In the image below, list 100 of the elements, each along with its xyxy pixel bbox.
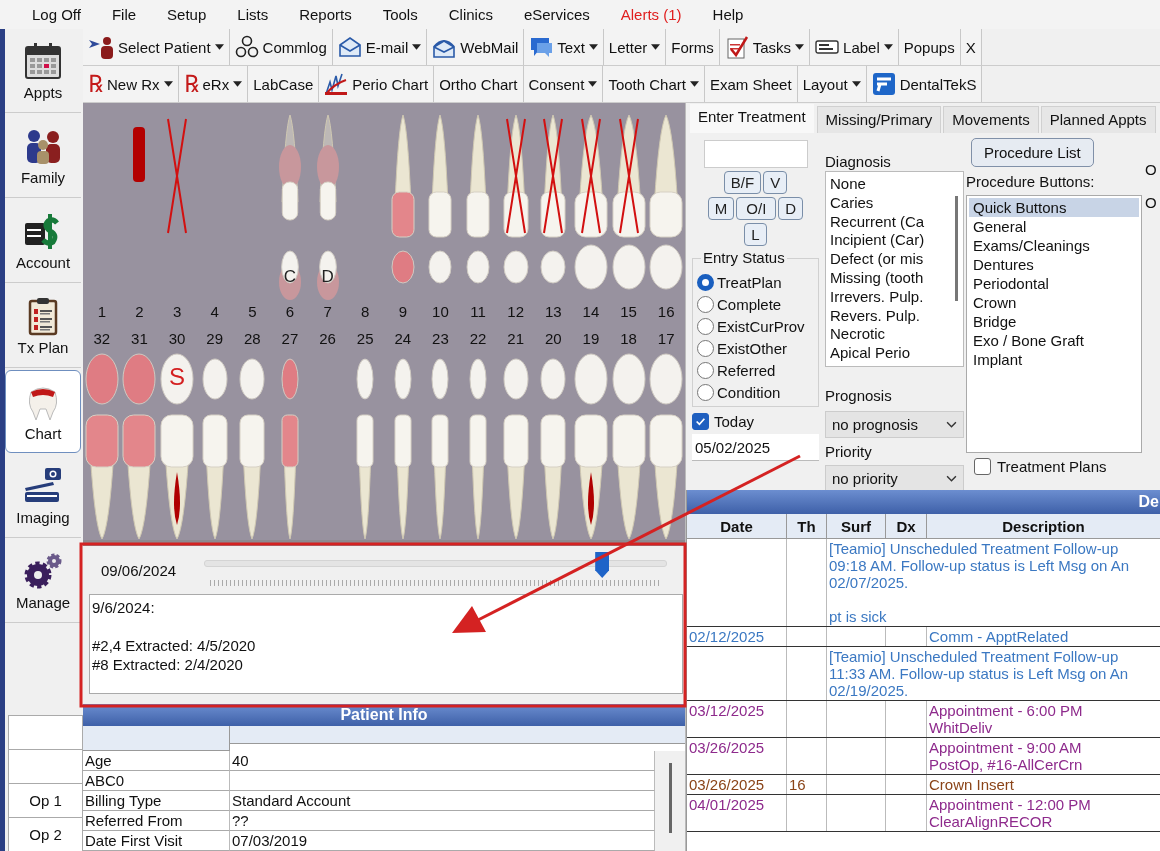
column-header[interactable]: Dx (886, 514, 927, 538)
procedure-list-button[interactable]: Procedure List (971, 138, 1094, 167)
operatory-cell[interactable]: Op 1 (8, 783, 83, 817)
list-item[interactable]: Recurrent (Ca (830, 212, 945, 232)
column-header[interactable]: Date (687, 514, 787, 538)
list-item[interactable]: None (830, 175, 945, 194)
checkbox[interactable] (974, 458, 991, 475)
caret-icon (233, 81, 243, 87)
tooth-number: 10 (431, 303, 450, 320)
sidebar-item[interactable]: Family (5, 115, 81, 198)
sidebar-item[interactable]: Chart (5, 370, 81, 453)
list-item[interactable]: Implant (969, 350, 1139, 369)
tooth-number: 17 (656, 330, 676, 347)
radio-button[interactable] (697, 384, 714, 401)
list-item[interactable]: Missing (tooth (830, 269, 945, 288)
radio-label[interactable]: Complete (717, 296, 782, 313)
list-item[interactable]: Exams/Cleanings (969, 236, 1139, 255)
sidebar-item[interactable]: Account (5, 200, 81, 283)
chevron-down-icon (946, 420, 957, 428)
sidebar-item[interactable]: Tx Plan (5, 285, 81, 368)
list-item[interactable]: Exo / Bone Graft (969, 331, 1139, 350)
list-item[interactable]: Apical Perio (830, 344, 945, 363)
surface-button[interactable]: V (763, 171, 788, 194)
column-header[interactable]: Description (927, 514, 1160, 538)
table-cell: 02/12/2025 (687, 627, 787, 646)
field-label: O (1145, 194, 1158, 211)
field-label: Diagnosis (825, 153, 892, 171)
sidebar-item[interactable]: Imaging (5, 455, 81, 538)
list-item[interactable]: Caries (830, 193, 945, 213)
tooth-number: 15 (619, 303, 638, 320)
list-item[interactable]: Necrotic (830, 325, 945, 345)
tab[interactable]: Planned Appts (1040, 106, 1156, 133)
field-label: O (1145, 161, 1158, 178)
tooth-number: 2 (134, 303, 145, 320)
menu-item[interactable]: eServices (523, 6, 590, 23)
table-cell: Appointment - 12:00 PM ClearAlignRECOR (927, 795, 1160, 831)
radio-label[interactable]: Condition (717, 384, 781, 401)
tooth-number: 14 (581, 303, 601, 320)
list-item[interactable]: Bridge (969, 312, 1139, 331)
radio-button[interactable] (697, 318, 714, 335)
tab[interactable]: Enter Treatment (689, 103, 815, 133)
radio-button[interactable] (697, 362, 714, 379)
procedure-category-list[interactable]: Quick Buttons General Exams/Cleanings Dentures Periodontal Crown Bridge Exo / Bone Graft Implant (966, 195, 1142, 453)
tooth-number: 24 (393, 330, 413, 347)
radio-button[interactable] (697, 340, 714, 357)
checkbox-label[interactable]: Today (714, 413, 755, 430)
menu-item[interactable]: Setup (167, 6, 207, 23)
menu-item[interactable]: Tools (382, 6, 418, 23)
operatory-cell[interactable]: Op 2 (8, 817, 83, 851)
radio-label[interactable]: Referred (717, 362, 776, 379)
list-item[interactable]: Dentures (969, 255, 1139, 274)
scrollbar[interactable] (668, 763, 672, 833)
surface-button[interactable]: B/F (723, 171, 762, 194)
menu-item[interactable]: Clinics (448, 6, 493, 23)
radio-label[interactable]: ExistCurProv (717, 318, 805, 335)
surface-button[interactable]: M (707, 197, 735, 220)
radio-label[interactable]: TreatPlan (717, 274, 782, 291)
list-item[interactable]: Periodontal (969, 274, 1139, 293)
menu-item[interactable]: Reports (299, 6, 352, 23)
menu-item[interactable]: Alerts (1) (620, 6, 682, 23)
menu-item[interactable]: Lists (237, 6, 269, 23)
note-text: [Teamio] Unscheduled Treatment Follow-up 11:33 AM. Follow-up status is Left Msg on An 02/19/2025. (828, 647, 1130, 700)
tooth-number: 6 (284, 303, 296, 320)
surface-button[interactable]: O/I (736, 197, 777, 220)
list-item[interactable]: General (969, 217, 1139, 236)
list-item[interactable]: Irrevers. Pulp. (830, 287, 945, 307)
tab[interactable]: Missing/Primary (816, 106, 942, 133)
table-cell: Appointment - 6:00 PM WhitDeliv (927, 701, 1160, 737)
list-item[interactable]: Incipient (Car) (830, 231, 945, 251)
checkbox[interactable] (692, 413, 709, 430)
note-text-field[interactable]: 9/6/2024: #2,4 Extracted: 4/5/2020 #8 Extracted: 2/4/2020 (89, 594, 683, 694)
list-item[interactable]: Revers. Pulp. (830, 306, 945, 326)
menu-item[interactable]: File (111, 6, 137, 23)
menu-item[interactable]: Help (712, 6, 744, 23)
surface-button[interactable]: L (744, 223, 767, 246)
tooth-number: 31 (130, 330, 149, 347)
priority-dropdown[interactable]: no priority (825, 464, 964, 492)
scrollbar[interactable] (954, 196, 958, 301)
list-item[interactable]: Quick Buttons (969, 198, 1139, 217)
tooth-input-field[interactable] (703, 140, 808, 168)
column-header[interactable]: Th (787, 514, 827, 538)
tooth-number: 30 (167, 330, 187, 347)
prognosis-dropdown[interactable]: no prognosis (825, 410, 964, 438)
tab[interactable]: Movements (943, 106, 1039, 133)
column-header[interactable]: Surf (827, 514, 886, 538)
menu-item[interactable]: Log Off (32, 6, 81, 23)
list-item[interactable]: Crown (969, 293, 1139, 312)
table-cell: Crown Insert (927, 775, 1160, 794)
radio-label[interactable]: ExistOther (717, 340, 788, 357)
radio-button[interactable] (697, 296, 714, 313)
checkbox-label[interactable]: Treatment Plans (997, 458, 1107, 475)
sidebar-item[interactable]: Manage (5, 540, 81, 623)
field-label: Priority (825, 442, 873, 461)
surface-button[interactable]: D (778, 197, 804, 220)
scrollbar-track[interactable] (655, 751, 685, 851)
diagnosis-list[interactable]: None Caries Recurrent (Ca Incipient (Car) Defect (or mis Missing (tooth Irrevers. Pulp. Revers. Pulp. Necrotic Apical Perio (825, 171, 964, 367)
date-field[interactable]: 05/02/2025 (692, 434, 819, 461)
list-item[interactable]: Defect (or mis (830, 250, 945, 269)
radio-button[interactable] (697, 274, 714, 291)
sidebar-item[interactable]: Appts (5, 30, 81, 113)
